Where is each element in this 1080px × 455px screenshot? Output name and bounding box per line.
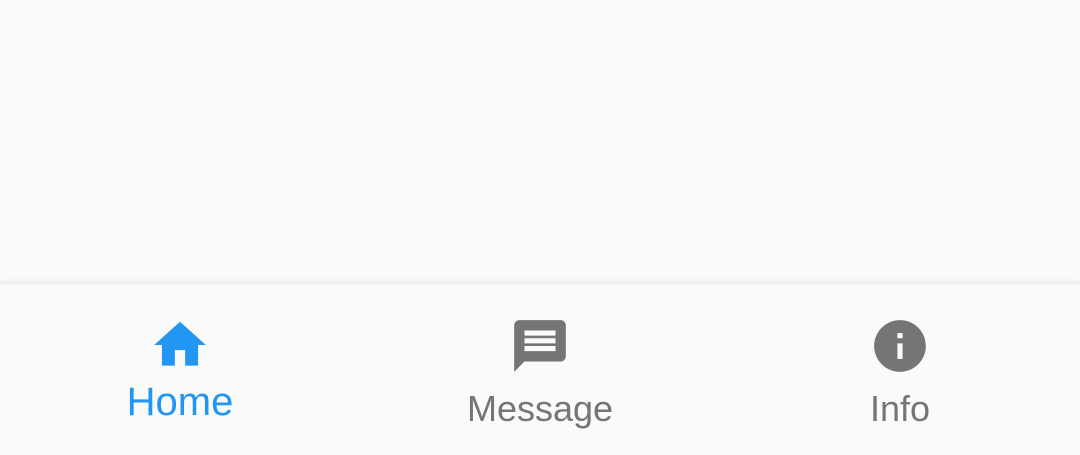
app-screen: Home Message Info: [0, 0, 1080, 455]
nav-item-message[interactable]: Message: [360, 284, 720, 455]
nav-item-info[interactable]: Info: [720, 284, 1080, 455]
nav-label-info: Info: [869, 388, 931, 429]
content-area: [0, 0, 1080, 283]
nav-item-home[interactable]: Home: [0, 284, 360, 455]
nav-label-home: Home: [126, 380, 234, 424]
bottom-navigation-bar: Home Message Info: [0, 283, 1080, 455]
message-icon: [514, 320, 566, 372]
home-icon: [154, 321, 206, 366]
info-icon: [874, 320, 926, 372]
nav-label-message: Message: [466, 388, 614, 429]
